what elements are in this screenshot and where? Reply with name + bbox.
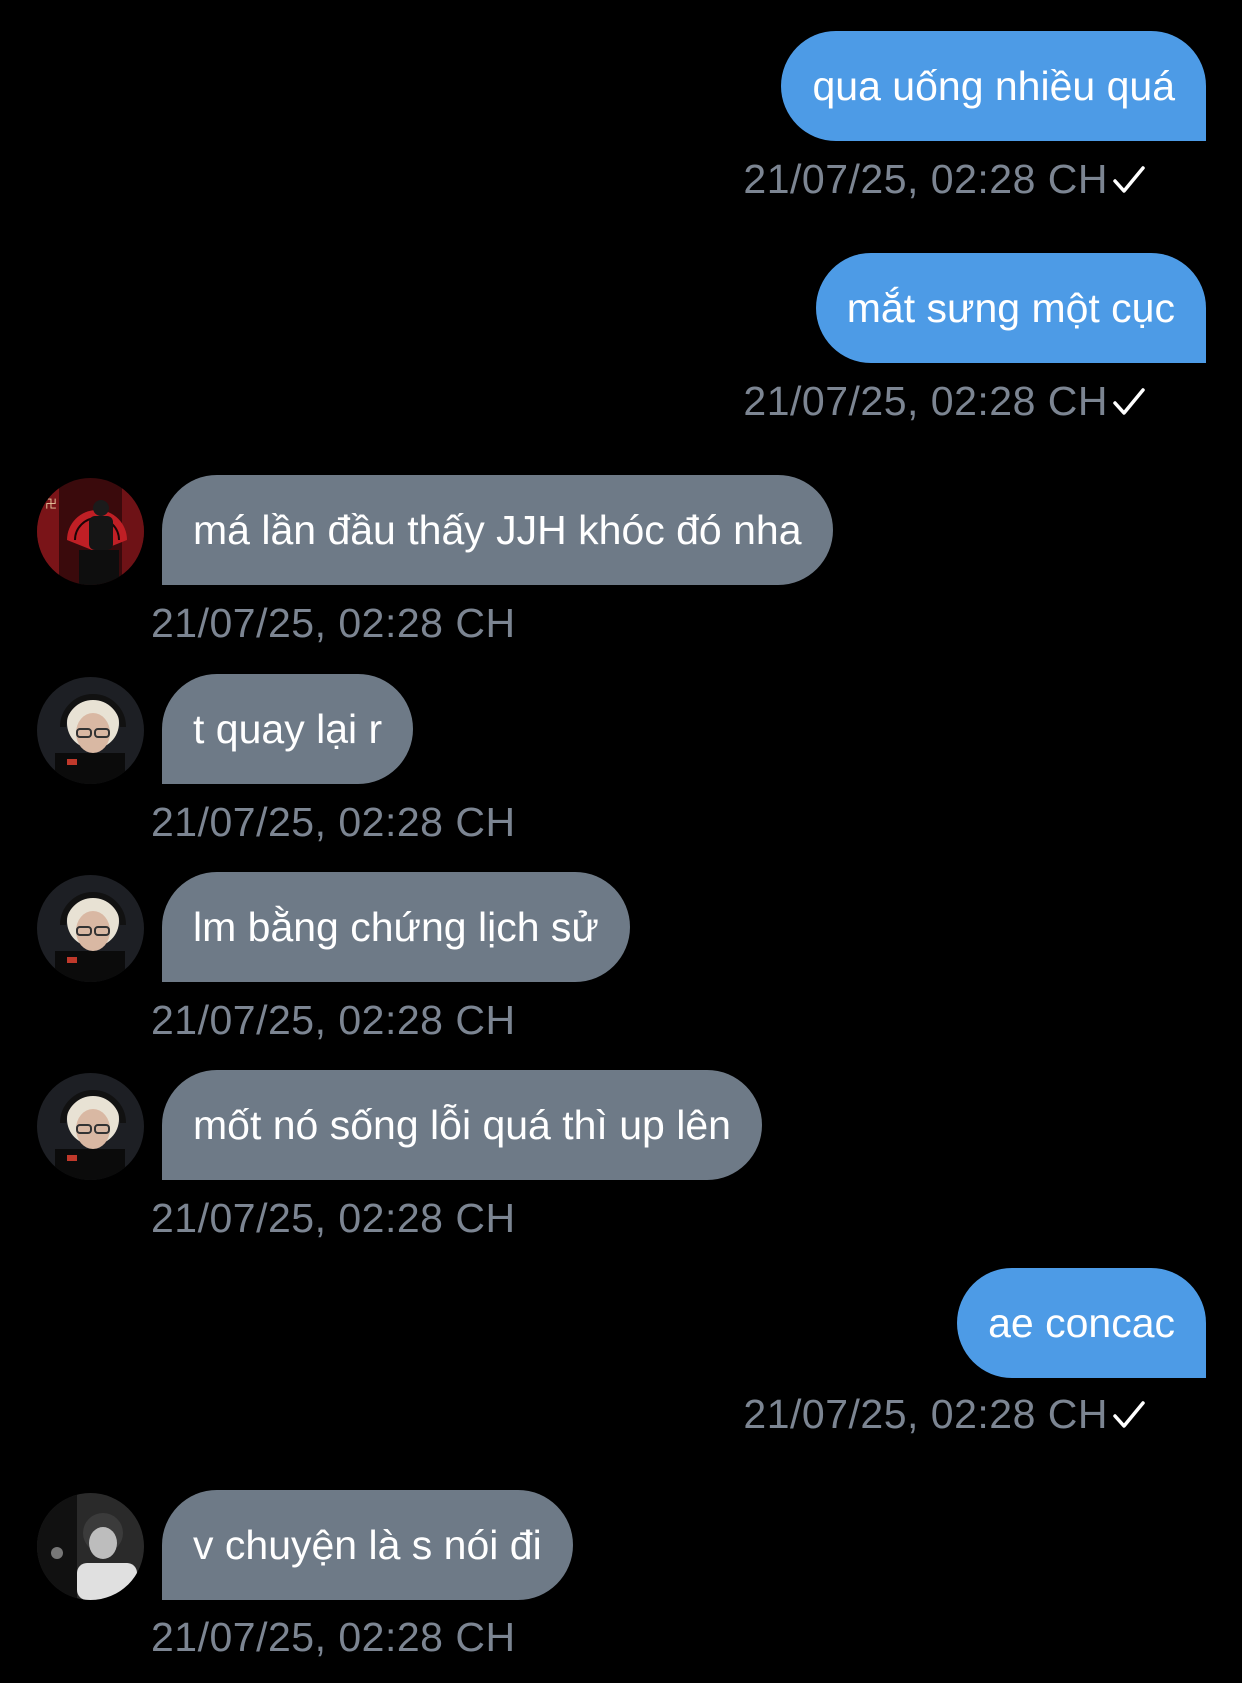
outgoing-message-bubble[interactable]: ae concac	[957, 1268, 1206, 1378]
message-timestamp: 21/07/25, 02:28 CH	[743, 378, 1108, 424]
message-timestamp: 21/07/25, 02:28 CH	[743, 1391, 1108, 1437]
blonde-headset-avatar[interactable]	[37, 1073, 144, 1180]
blonde-headset-avatar[interactable]	[37, 677, 144, 784]
blonde-headset-avatar[interactable]	[37, 875, 144, 982]
monochrome-portrait-avatar[interactable]	[37, 1493, 144, 1600]
outgoing-message-bubble[interactable]: mắt sưng một cục	[815, 253, 1206, 363]
incoming-message-bubble[interactable]: t quay lại r	[162, 674, 414, 784]
outgoing-message-bubble[interactable]: qua uống nhiều quá	[781, 31, 1206, 141]
message-timestamp: 21/07/25, 02:28 CH	[151, 1195, 516, 1241]
message-timestamp: 21/07/25, 02:28 CH	[151, 1614, 516, 1660]
incoming-message-bubble[interactable]: má lần đầu thấy JJH khóc đó nha	[162, 475, 833, 585]
chat-message-list[interactable]: qua uống nhiều quá 21/07/25, 02:28 CH mắ…	[0, 0, 1242, 1683]
message-timestamp: 21/07/25, 02:28 CH	[151, 600, 516, 646]
check-icon	[1113, 1401, 1145, 1428]
check-icon	[1113, 166, 1145, 193]
incoming-message-bubble[interactable]: mốt nó sống lỗi quá thì up lên	[162, 1070, 762, 1180]
message-timestamp: 21/07/25, 02:28 CH	[743, 156, 1108, 202]
incoming-message-bubble[interactable]: v chuyện là s nói đi	[162, 1490, 573, 1600]
message-timestamp: 21/07/25, 02:28 CH	[151, 997, 516, 1043]
red-fan-avatar[interactable]: 卍	[37, 478, 144, 585]
message-timestamp: 21/07/25, 02:28 CH	[151, 799, 516, 845]
svg-text:卍: 卍	[45, 497, 57, 511]
incoming-message-bubble[interactable]: lm bằng chứng lịch sử	[162, 872, 630, 982]
check-icon	[1113, 388, 1145, 415]
